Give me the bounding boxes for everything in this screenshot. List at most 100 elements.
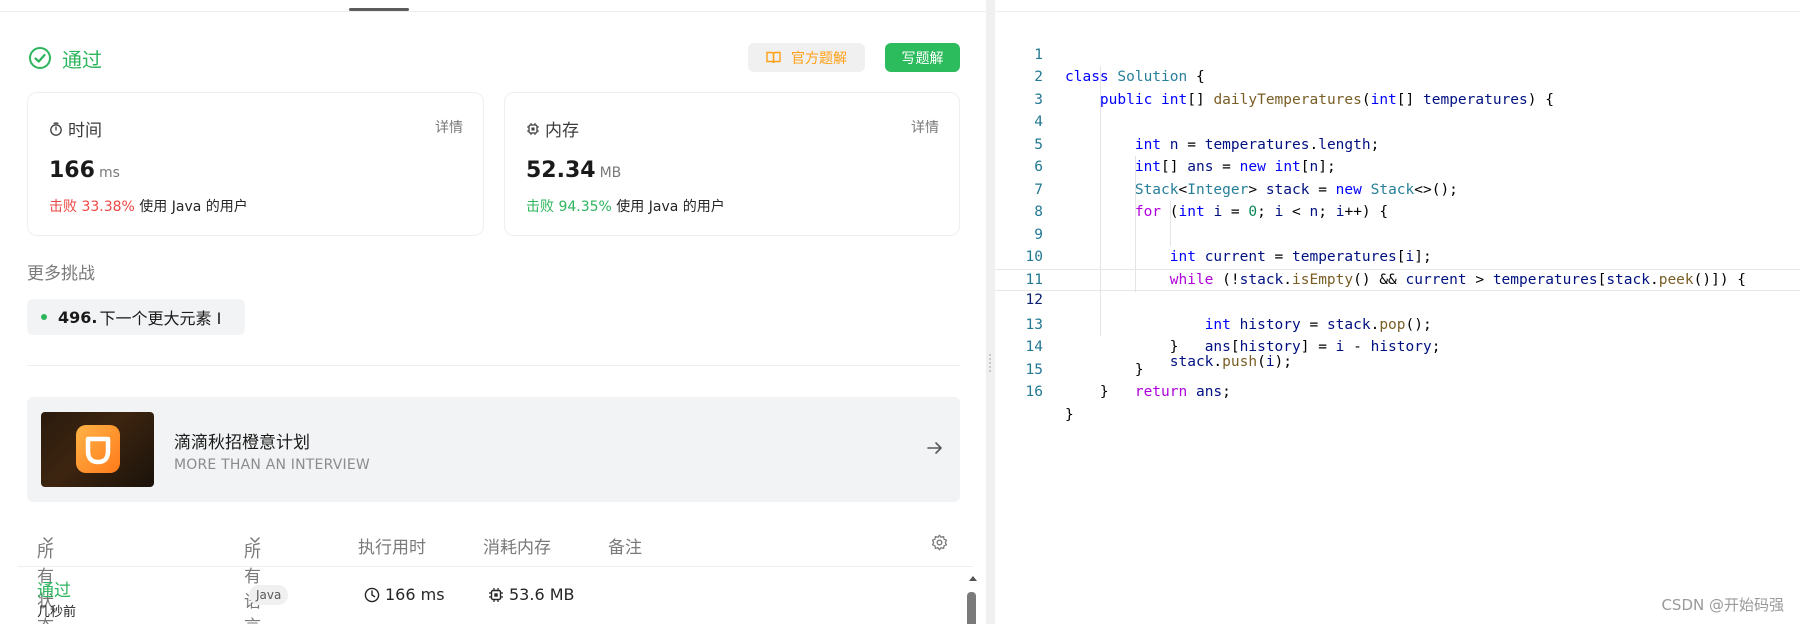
indent-guide bbox=[1100, 88, 1101, 111]
runtime-beat: 击败 33.38% 使用 Java 的用户 bbox=[49, 196, 248, 216]
code-line[interactable]: 11 } bbox=[995, 246, 1800, 355]
code-line[interactable]: 13 } bbox=[995, 291, 1800, 378]
indent-guide bbox=[1170, 201, 1171, 224]
submissions-header: 所有状态 所有语言 执行用时 消耗内存 备注 bbox=[27, 529, 960, 624]
memory-beat: 击败 94.35% 使用 Java 的用户 bbox=[526, 196, 725, 216]
runtime-value: 166 ms bbox=[49, 158, 120, 183]
language-filter[interactable]: 所有语言 bbox=[244, 533, 262, 624]
code-line[interactable]: 2 public int[] dailyTemperatures(int[] t… bbox=[995, 44, 1800, 108]
gear-icon[interactable] bbox=[931, 534, 948, 551]
code-line[interactable]: 8 while (!stack.isEmpty() && current > t… bbox=[995, 178, 1800, 288]
indent-guide bbox=[1135, 156, 1136, 179]
challenge-name: 下一个更大元素 I bbox=[99, 309, 222, 328]
runtime-header: 时间 bbox=[49, 116, 102, 141]
indent-guide bbox=[1135, 269, 1136, 292]
line-number: 16 bbox=[1025, 384, 1043, 400]
memory-beat-suffix: 使用 Java 的用户 bbox=[616, 199, 725, 215]
memory-header: 内存 bbox=[526, 116, 579, 141]
official-solution-label: 官方题解 bbox=[791, 50, 847, 67]
submission-row[interactable]: 通过 几秒前 Java 166 ms 53.6 MB bbox=[18, 566, 973, 624]
submission-memory-value: 53.6 MB bbox=[509, 585, 575, 604]
memory-title: 内存 bbox=[545, 121, 579, 141]
runtime-card: 时间 详情 166 ms 击败 33.38% 使用 Java 的用户 bbox=[27, 92, 484, 236]
official-solution-button[interactable]: 官方题解 bbox=[748, 43, 865, 72]
chip-icon bbox=[489, 587, 503, 602]
runtime-title: 时间 bbox=[68, 121, 102, 141]
check-circle-icon bbox=[29, 47, 51, 69]
indent-guide bbox=[1100, 291, 1101, 314]
status-filter[interactable]: 所有状态 bbox=[37, 533, 55, 624]
submission-status[interactable]: 通过 bbox=[37, 576, 71, 601]
indent-guide bbox=[1135, 178, 1136, 201]
memory-column-header: 消耗内存 bbox=[483, 538, 551, 558]
code-editor[interactable]: 1 class Solution { 2 public int[] dailyT… bbox=[995, 0, 1800, 624]
note-column-header: 备注 bbox=[608, 538, 642, 558]
code-line[interactable]: 5 Stack<Integer> stack = new Stack<>(); bbox=[995, 111, 1800, 198]
runtime-beat-percent: 33.38% bbox=[81, 199, 135, 215]
code-line[interactable]: 9 int history = stack.pop(); bbox=[995, 201, 1800, 333]
indent-guide bbox=[1100, 156, 1101, 179]
indent-guide bbox=[1100, 313, 1101, 336]
submission-memory: 53.6 MB bbox=[488, 585, 575, 604]
difficulty-dot bbox=[41, 314, 47, 320]
indent-guide bbox=[1100, 178, 1101, 201]
code-area[interactable]: 1 class Solution { 2 public int[] dailyT… bbox=[995, 21, 1800, 423]
top-divider bbox=[0, 11, 986, 12]
arrow-right-icon bbox=[927, 442, 942, 454]
memory-detail-link[interactable]: 详情 bbox=[911, 117, 939, 137]
stopwatch-icon bbox=[50, 122, 62, 136]
clock-icon bbox=[364, 587, 380, 602]
runtime-column-header: 执行用时 bbox=[358, 538, 426, 558]
runtime-beat-label: 击败 bbox=[49, 199, 77, 215]
indent-guide bbox=[1135, 223, 1136, 246]
code-line[interactable]: 10 ans[history] = i - history; bbox=[995, 223, 1800, 355]
chip-icon bbox=[527, 122, 539, 135]
code-text: } bbox=[1065, 406, 1074, 423]
submission-runtime-value: 166 ms bbox=[385, 585, 445, 604]
scroll-up-arrow[interactable] bbox=[969, 576, 977, 581]
code-line[interactable]: 6 for (int i = 0; i < n; i++) { bbox=[995, 133, 1800, 220]
memory-unit: MB bbox=[599, 165, 622, 181]
indent-guide bbox=[1100, 201, 1101, 224]
watermark: CSDN @开始码强 bbox=[1661, 596, 1784, 614]
scrollbar-thumb[interactable] bbox=[967, 592, 976, 624]
code-line[interactable]: 3 int n = temperatures.length; bbox=[995, 66, 1800, 153]
code-line[interactable]: 7 int current = temperatures[i]; bbox=[995, 156, 1800, 265]
challenge-number: 496. bbox=[58, 307, 98, 327]
result-status: 通过 bbox=[28, 44, 102, 72]
code-line-active[interactable]: 12 stack.push(i); bbox=[995, 268, 1800, 370]
code-line[interactable]: 1 class Solution { bbox=[995, 21, 1800, 86]
challenge-chip[interactable]: 496. 下一个更大元素 I bbox=[27, 299, 245, 335]
runtime-beat-suffix: 使用 Java 的用户 bbox=[139, 199, 248, 215]
code-line[interactable]: 14 return ans; bbox=[995, 313, 1800, 400]
code-line[interactable]: 16 } bbox=[995, 359, 1800, 423]
runtime-number: 166 bbox=[49, 158, 95, 183]
section-divider bbox=[27, 365, 960, 366]
promo-subtitle: MORE THAN AN INTERVIEW bbox=[174, 457, 370, 473]
status-label: 通过 bbox=[62, 47, 102, 72]
promo-banner[interactable]: 滴滴秋招橙意计划 MORE THAN AN INTERVIEW bbox=[27, 397, 960, 502]
panel-resize-handle[interactable] bbox=[986, 0, 995, 624]
runtime-detail-link[interactable]: 详情 bbox=[435, 117, 463, 137]
indent-guide bbox=[1100, 111, 1101, 134]
more-challenges-title: 更多挑战 bbox=[27, 264, 95, 284]
indent-guide bbox=[1100, 133, 1101, 156]
indent-guide bbox=[1100, 246, 1101, 269]
active-tab-indicator bbox=[349, 8, 409, 11]
runtime-unit: ms bbox=[98, 165, 120, 181]
indent-guide bbox=[1135, 246, 1136, 269]
indent-guide bbox=[1135, 201, 1136, 224]
promo-image bbox=[41, 412, 154, 487]
promo-title: 滴滴秋招橙意计划 bbox=[174, 433, 310, 453]
code-line[interactable]: 15 } bbox=[995, 336, 1800, 401]
memory-card: 内存 详情 52.34 MB 击败 94.35% 使用 Java 的用户 bbox=[504, 92, 960, 236]
write-solution-button[interactable]: 写题解 bbox=[885, 43, 960, 72]
code-line[interactable]: 4 int[] ans = new int[n]; bbox=[995, 88, 1800, 175]
didi-logo-icon bbox=[76, 425, 120, 473]
drag-grip-icon bbox=[989, 354, 991, 356]
memory-beat-label: 击败 bbox=[526, 199, 554, 215]
submission-runtime: 166 ms bbox=[364, 585, 445, 604]
submission-time-ago: 几秒前 bbox=[37, 605, 77, 620]
indent-guide bbox=[1100, 66, 1101, 89]
write-solution-label: 写题解 bbox=[901, 50, 944, 67]
